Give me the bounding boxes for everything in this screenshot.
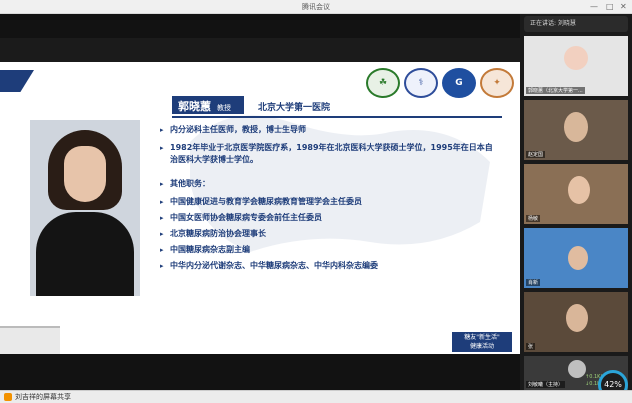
building-image — [0, 326, 60, 354]
speaker-title: 教授 — [217, 104, 231, 112]
screen-share-label[interactable]: 刘吉祥的屏幕共享 — [4, 392, 71, 402]
share-icon — [4, 393, 12, 401]
participant-tile[interactable]: 肖新 — [524, 228, 628, 288]
video-top-strip — [0, 14, 520, 38]
participant-name: 赵定国 — [526, 151, 546, 158]
speaker-name: 郭晓蕙 — [178, 100, 211, 113]
shared-slide: ☘ ⚕ G ✦ 郭晓蕙教授 北京大学第一医院 内分泌科主任医师，教授，博士生导师… — [0, 62, 520, 354]
event-badge: 糖友"新生活" 健康活动 — [452, 332, 512, 352]
bio-item: 中国糖尿病杂志副主编 — [160, 244, 500, 256]
bio-item: 其他职务： — [160, 178, 500, 190]
video-bottom-strip — [0, 354, 520, 390]
share-text: 刘吉祥的屏幕共享 — [15, 393, 71, 401]
association-logo: ☘ — [366, 68, 400, 98]
bottom-bar: 刘吉祥的屏幕共享 — [0, 390, 632, 403]
bio-item: 中国女医师协会糖尿病专委会前任主任委员 — [160, 212, 500, 224]
window-title: 腾讯会议 — [302, 3, 330, 11]
participant-name: 郭晓蕙（北京大学第一... — [526, 87, 585, 94]
close-icon[interactable]: ✕ — [620, 1, 627, 13]
header-band — [0, 70, 34, 92]
maximize-icon[interactable]: □ — [606, 1, 614, 13]
circle-logo: ✦ — [480, 68, 514, 98]
speaker-bio: 内分泌科主任医师，教授，博士生导师 1982年毕业于北京医学院医疗系，1989年… — [160, 124, 500, 276]
minimize-icon[interactable]: — — [590, 1, 598, 13]
participant-sidebar: 正在讲话: 刘晓慧 郭晓蕙（北京大学第一... 赵定国 杨敏 肖新 张 刘敏曦（… — [520, 14, 632, 390]
sponsor-logos: ☘ ⚕ G ✦ — [366, 68, 514, 98]
participant-name: 张 — [526, 343, 536, 350]
participant-tile[interactable]: 张 — [524, 292, 628, 352]
speaker-name-bar: 郭晓蕙 教授 — [172, 96, 244, 114]
header-rule — [172, 116, 502, 118]
participant-name: 刘敏曦（主持） — [526, 381, 566, 388]
society-logo: ⚕ — [404, 68, 438, 98]
participant-tile[interactable]: 赵定国 — [524, 100, 628, 160]
participant-tile[interactable]: 杨敏 — [524, 164, 628, 224]
bio-item: 中国健康促进与教育学会糖尿病教育管理学会主任委员 — [160, 196, 500, 208]
bio-item: 中华内分泌代谢杂志、中华糖尿病杂志、中华内科杂志编委 — [160, 260, 500, 272]
speaker-photo — [30, 120, 140, 296]
participant-name: 肖新 — [526, 279, 541, 286]
speaking-indicator: 正在讲话: 刘晓慧 — [524, 16, 628, 32]
window-titlebar: 腾讯会议 — □ ✕ — [0, 0, 632, 14]
gt-logo: G — [442, 68, 476, 98]
participant-tile[interactable]: 郭晓蕙（北京大学第一... — [524, 36, 628, 96]
bio-item: 内分泌科主任医师，教授，博士生导师 — [160, 124, 500, 136]
bio-item: 1982年毕业于北京医学院医疗系，1989年在北京医科大学获硕士学位，1995年… — [160, 142, 500, 166]
speaker-hospital: 北京大学第一医院 — [258, 103, 331, 113]
participant-name: 杨敏 — [526, 215, 541, 222]
bio-item: 北京糖尿病防治协会理事长 — [160, 228, 500, 240]
